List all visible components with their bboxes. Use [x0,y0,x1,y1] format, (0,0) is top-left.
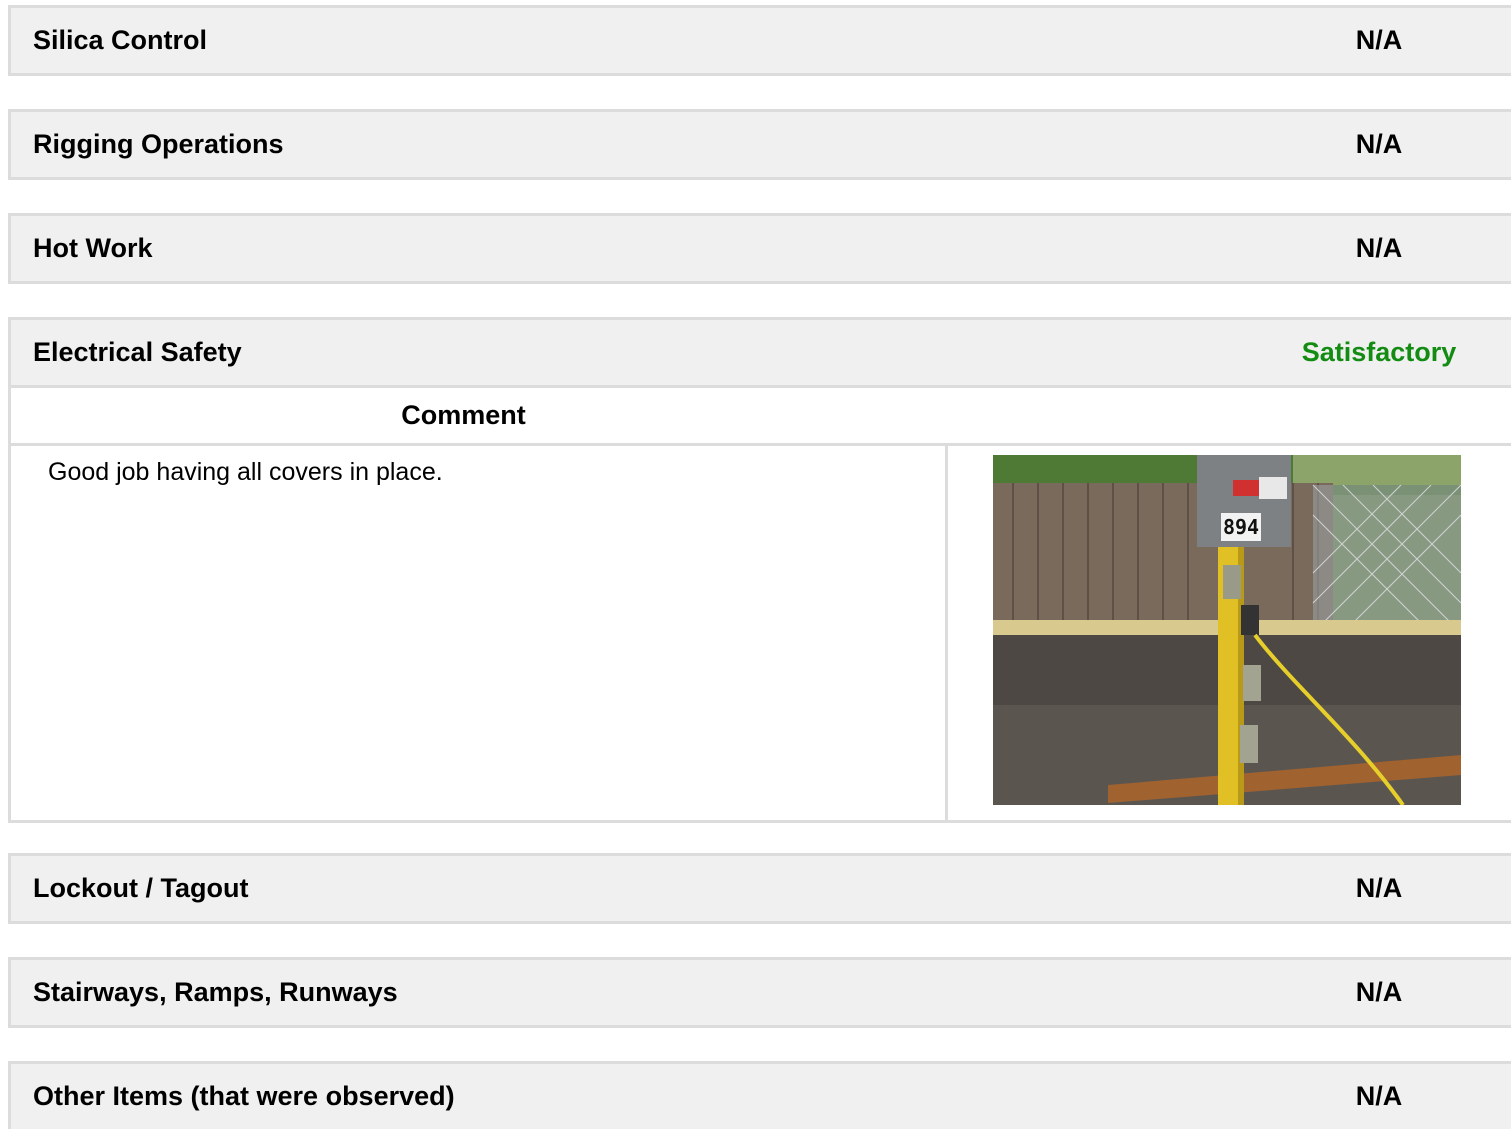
column-divider [945,446,948,820]
site-photo[interactable]: 894 [993,455,1461,805]
section-header: Rigging Operations N/A [11,112,1511,177]
comment-header-row: Comment [11,385,1511,443]
comment-header: Comment [401,400,526,430]
section-title: Stairways, Ramps, Runways [33,977,398,1007]
section-other-items: Other Items (that were observed) N/A [8,1061,1511,1129]
section-header: Silica Control N/A [11,8,1511,73]
section-title: Rigging Operations [33,129,284,159]
section-silica-control: Silica Control N/A [8,5,1511,76]
section-title: Silica Control [33,25,208,55]
section-rigging-operations: Rigging Operations N/A [8,109,1511,180]
section-stairways-ramps-runways: Stairways, Ramps, Runways N/A [8,957,1511,1028]
status-value: N/A [1355,1081,1403,1111]
photo-number-label: 894 [1223,515,1259,539]
status-value: N/A [1355,25,1403,55]
section-header: Electrical Safety Satisfactory [11,320,1511,385]
section-header: Other Items (that were observed) N/A [11,1064,1511,1129]
section-header: Hot Work N/A [11,216,1511,281]
status-value: N/A [1355,233,1403,263]
status-value: N/A [1355,873,1403,903]
section-header: Stairways, Ramps, Runways N/A [11,960,1511,1025]
section-hot-work: Hot Work N/A [8,213,1511,284]
comment-row: Good job having all covers in place. 894 [11,443,1511,820]
section-header: Lockout / Tagout N/A [11,856,1511,921]
status-value: N/A [1355,977,1403,1007]
section-lockout-tagout: Lockout / Tagout N/A [8,853,1511,924]
section-title: Other Items (that were observed) [33,1081,455,1111]
section-title: Lockout / Tagout [33,873,249,903]
status-value: Satisfactory [1301,337,1457,367]
section-electrical-safety: Electrical Safety Satisfactory Comment G… [8,317,1511,823]
section-title: Electrical Safety [33,337,242,367]
comment-text: Good job having all covers in place. [48,458,443,486]
section-title: Hot Work [33,233,153,263]
status-value: N/A [1355,129,1403,159]
